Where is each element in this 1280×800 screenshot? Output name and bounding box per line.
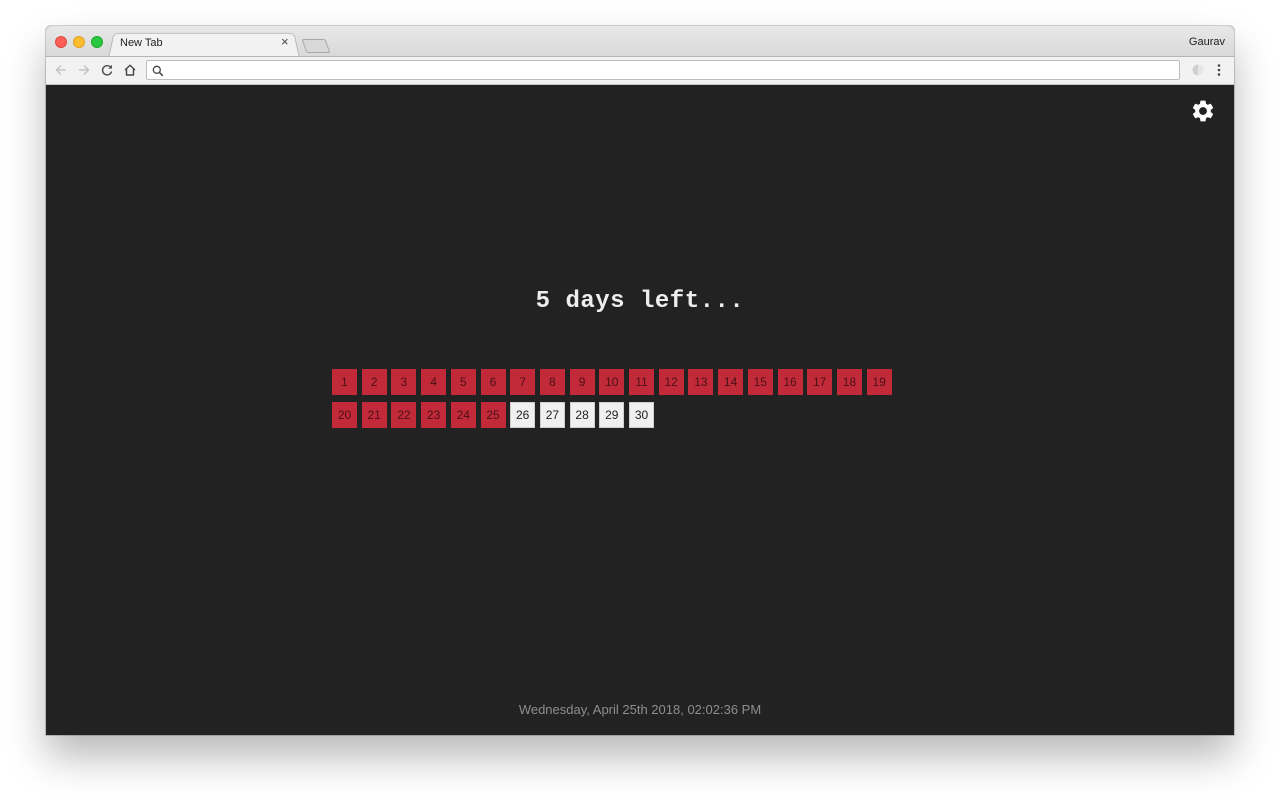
day-cell: 8 (539, 369, 565, 395)
browser-window: New Tab × Gaurav 5 days left... 1 2 3 4 … (46, 26, 1234, 735)
new-tab-page: 5 days left... 1 2 3 4 5 6 7 8 9 10 11 12 13 14 15 16 17… (46, 85, 1234, 735)
address-bar[interactable] (146, 60, 1180, 80)
tab-title: New Tab (120, 37, 163, 49)
day-cell: 30 (629, 402, 654, 428)
day-cell: 1 (332, 369, 357, 395)
search-icon (152, 64, 164, 82)
day-cell: 21 (361, 402, 387, 428)
day-cell: 20 (332, 402, 357, 428)
day-cell: 18 (836, 369, 862, 395)
day-cell: 2 (361, 369, 387, 395)
home-icon[interactable] (120, 60, 140, 80)
forward-icon[interactable] (74, 60, 94, 80)
day-cell: 6 (480, 369, 506, 395)
reload-icon[interactable] (97, 60, 117, 80)
day-cell: 27 (539, 402, 565, 428)
day-cell: 9 (569, 369, 595, 395)
day-cell: 14 (718, 369, 744, 395)
current-datetime: Wednesday, April 25th 2018, 02:02:36 PM (518, 702, 762, 717)
tab-close-icon[interactable]: × (281, 35, 289, 49)
new-tab-button[interactable] (301, 39, 331, 53)
day-cell: 3 (391, 369, 417, 395)
day-cell: 13 (688, 369, 714, 395)
day-cell: 23 (421, 402, 447, 428)
close-window-button[interactable] (55, 36, 67, 48)
day-cell: 11 (629, 369, 654, 395)
gear-icon[interactable] (1190, 98, 1216, 124)
day-cell: 24 (450, 402, 476, 428)
extension-icon[interactable] (1188, 60, 1208, 80)
day-cell: 26 (510, 402, 536, 428)
address-input[interactable] (167, 62, 1167, 78)
browser-toolbar (46, 56, 1234, 85)
day-cell: 12 (658, 369, 684, 395)
menu-icon[interactable] (1209, 60, 1229, 80)
day-cell: 25 (480, 402, 506, 428)
zoom-window-button[interactable] (91, 36, 103, 48)
day-cell: 22 (391, 402, 417, 428)
day-cell: 4 (421, 369, 447, 395)
days-left-headline: 5 days left... (535, 288, 745, 315)
profile-button[interactable]: Gaurav (1189, 36, 1225, 48)
day-cell: 7 (510, 369, 536, 395)
day-cell: 19 (866, 369, 892, 395)
day-cell: 29 (599, 402, 625, 428)
day-cell: 16 (777, 369, 803, 395)
day-cell: 17 (807, 369, 833, 395)
tab-strip: New Tab × Gaurav (46, 26, 1234, 58)
minimize-window-button[interactable] (73, 36, 85, 48)
back-icon[interactable] (51, 60, 71, 80)
day-cell: 28 (569, 402, 595, 428)
day-cell: 15 (747, 369, 773, 395)
day-cell: 5 (450, 369, 476, 395)
day-cell: 10 (599, 369, 625, 395)
